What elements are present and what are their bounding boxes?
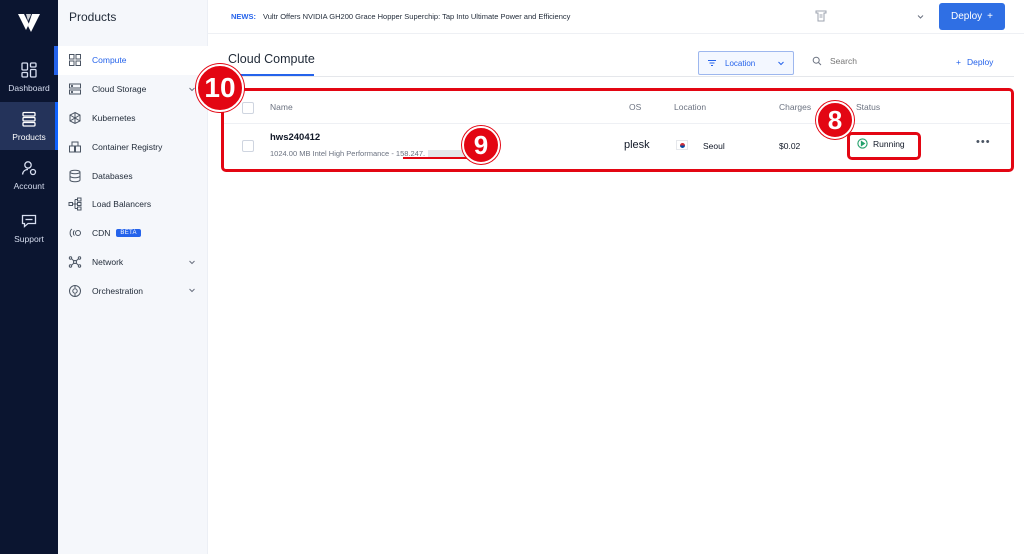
nav-label: Network [92, 256, 124, 267]
products-nav: Compute Cloud Storage Kubernetes Contain… [54, 46, 208, 305]
nav-item-network[interactable]: Network [58, 248, 208, 277]
network-icon [68, 256, 82, 268]
filter-icon [708, 60, 716, 66]
news-label: NEWS: [231, 12, 256, 21]
beta-badge: BETA [116, 229, 141, 238]
rail-item-dashboard[interactable]: Dashboard [0, 53, 58, 101]
vultr-logo[interactable] [17, 12, 41, 34]
deploy-button[interactable]: Deploy + [939, 3, 1005, 30]
rail-label: Support [14, 234, 44, 244]
rail-item-support[interactable]: Support [0, 204, 58, 252]
annotation-badge-9: 9 [462, 126, 500, 164]
search-input[interactable] [830, 56, 940, 66]
nav-item-orchestration[interactable]: Orchestration [58, 276, 208, 305]
plus-icon: + [956, 57, 961, 67]
chevron-down-icon[interactable] [916, 12, 925, 21]
products-panel: Products Compute Cloud Storage Kubernete… [54, 0, 208, 554]
rail-label: Dashboard [8, 83, 50, 93]
notifications-icon[interactable] [814, 9, 828, 23]
primary-rail: Dashboard Products Account Support [0, 0, 58, 554]
database-icon [69, 169, 81, 182]
nav-label: Cloud Storage [92, 84, 147, 95]
products-icon [22, 111, 36, 127]
location-filter-label: Location [725, 58, 756, 68]
search-box[interactable] [812, 56, 940, 66]
rail-item-products[interactable]: Products [0, 102, 58, 150]
deploy-button-label: Deploy [951, 11, 983, 22]
nav-label: Kubernetes [92, 112, 136, 123]
rail-label: Account [13, 181, 45, 191]
cloud-storage-icon [69, 83, 81, 95]
container-registry-icon [69, 141, 81, 153]
top-bar: NEWS: Vultr Offers NVIDIA GH200 Grace Ho… [208, 0, 1024, 34]
chevron-down-icon [778, 61, 784, 66]
news-link[interactable]: Vultr Offers NVIDIA GH200 Grace Hopper S… [263, 12, 570, 21]
nav-label: Databases [92, 170, 133, 181]
orchestration-icon [69, 284, 81, 297]
products-title: Products [69, 10, 117, 24]
account-icon [21, 161, 37, 176]
header-divider [228, 76, 1014, 77]
nav-label: Load Balancers [92, 199, 152, 210]
kubernetes-icon [69, 111, 81, 125]
load-balancer-icon [68, 197, 82, 211]
nav-item-container-registry[interactable]: Container Registry [58, 132, 208, 161]
nav-item-kubernetes[interactable]: Kubernetes [58, 104, 208, 133]
support-icon [21, 214, 37, 228]
nav-item-compute[interactable]: Compute [54, 46, 208, 75]
rail-label: Products [12, 132, 46, 142]
deploy-link[interactable]: + Deploy [956, 57, 993, 67]
nav-label: Container Registry [92, 141, 163, 152]
nav-item-databases[interactable]: Databases [58, 161, 208, 190]
nav-label: Orchestration [92, 285, 144, 296]
page-title[interactable]: Cloud Compute [228, 52, 315, 66]
location-filter-button[interactable]: Location [698, 51, 794, 75]
nav-item-cloud-storage[interactable]: Cloud Storage [58, 75, 208, 104]
chevron-down-icon [189, 87, 195, 92]
search-icon [812, 56, 822, 66]
nav-item-load-balancers[interactable]: Load Balancers [58, 190, 208, 219]
nav-label: Compute [92, 55, 127, 66]
dashboard-icon [21, 62, 37, 78]
chevron-down-icon [189, 289, 195, 293]
app-window: Dashboard Products Account Support Produ… [0, 0, 1024, 554]
nav-item-cdn[interactable]: CDN BETA [58, 219, 208, 248]
nav-label: CDN [92, 228, 111, 239]
compute-icon [69, 54, 81, 67]
annotation-badge-8: 8 [816, 101, 854, 139]
cdn-icon [69, 228, 81, 238]
annotation-ip-underline [403, 157, 471, 159]
deploy-link-label: Deploy [966, 57, 994, 67]
annotation-badge-10: 10 [196, 64, 244, 112]
rail-item-account[interactable]: Account [0, 151, 58, 199]
plus-icon: + [987, 11, 993, 22]
annotation-status-highlight [847, 132, 921, 160]
chevron-down-icon [189, 260, 195, 264]
